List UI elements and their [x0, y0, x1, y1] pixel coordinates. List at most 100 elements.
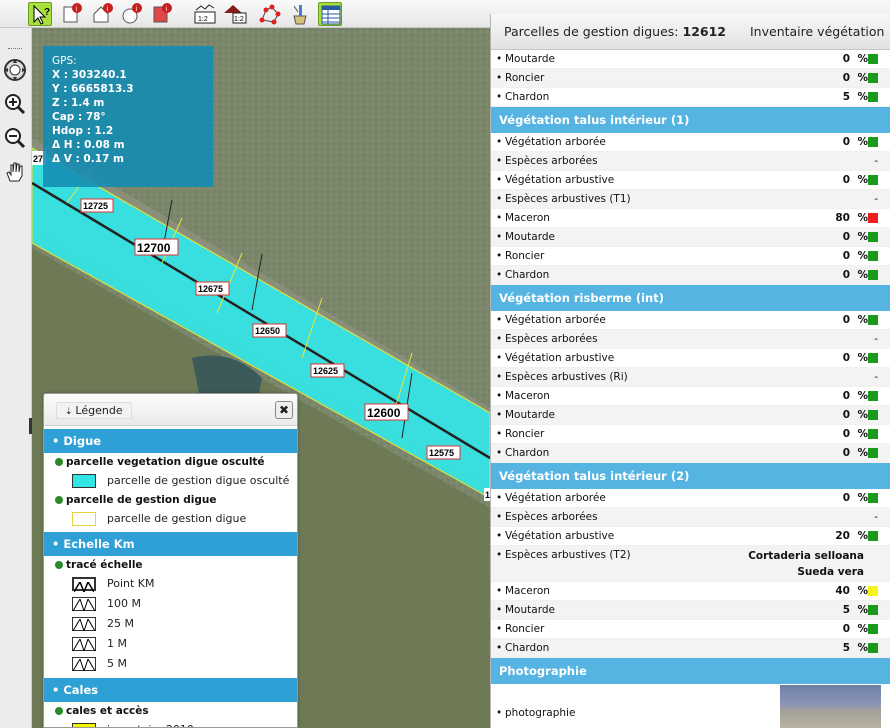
status-indicator — [868, 232, 878, 242]
percent-sign: % — [857, 72, 868, 84]
km-label-12575: 12575 — [429, 448, 454, 458]
photo-thumbnail[interactable] — [780, 685, 881, 728]
attribute-name: Moutarde — [496, 228, 555, 247]
panel-header: Parcelles de gestion digues: 12612 Inven… — [491, 14, 890, 50]
attribute-value: 0 — [842, 136, 850, 148]
percent-sign: % — [857, 136, 868, 148]
attribute-value: 0 — [842, 409, 850, 421]
attribute-row: Végétation arborée 0% — [491, 489, 890, 508]
percent-sign: % — [857, 314, 868, 326]
attribute-row: Moutarde 5% — [491, 601, 890, 620]
legend-section-echelle[interactable]: • Echelle Km — [44, 532, 297, 556]
attribute-value: 0 — [842, 250, 850, 262]
house-scale-button[interactable]: 1:2 — [223, 2, 247, 26]
attribute-name: Espèces arborées — [496, 508, 598, 527]
swatch-cyan — [72, 474, 96, 488]
empty-value: - — [874, 371, 878, 383]
attribute-row: Espèces arbustives (T2) Cortaderia selloa… — [491, 546, 890, 582]
attribute-value: 5 — [842, 91, 850, 103]
legend-title-button[interactable]: ⇣ Légende — [56, 402, 132, 419]
legend-title: Légende — [75, 404, 123, 417]
attribute-name: Végétation arborée — [496, 311, 606, 330]
status-indicator — [868, 493, 878, 503]
status-indicator — [868, 270, 878, 280]
compass-pan-control[interactable] — [3, 58, 27, 82]
attribute-name: Végétation arbustive — [496, 171, 614, 190]
tab-inventaire-vegetation[interactable]: Inventaire végétation — [750, 14, 884, 50]
query-info-button[interactable]: ? — [28, 2, 52, 26]
attribute-name: Végétation arbustive — [496, 527, 614, 546]
attribute-value: 40 — [835, 585, 850, 597]
status-indicator — [868, 137, 878, 147]
gps-delta-h: Δ H : 0.08 m — [52, 139, 125, 151]
km-label-27: 27 — [33, 154, 43, 164]
section-header[interactable]: Photographie — [491, 658, 890, 684]
percent-sign: % — [857, 231, 868, 243]
legend-group: tracé échelle — [44, 556, 297, 574]
table-button[interactable] — [318, 2, 342, 26]
status-indicator — [868, 448, 878, 458]
network-button[interactable] — [258, 2, 282, 26]
attribute-value: 0 — [842, 53, 850, 65]
attribute-name: Espèces arbustives (Ri) — [496, 368, 628, 387]
attribute-name: Chardon — [496, 639, 549, 658]
attribute-name: Roncier — [496, 69, 544, 88]
info-3-button[interactable]: i — [120, 2, 144, 26]
svg-text:1:2: 1:2 — [198, 16, 208, 23]
attribute-row: Espèces arborées - — [491, 330, 890, 349]
zoom-in-control[interactable] — [3, 92, 27, 116]
attribute-name: Espèces arbustives (T2) — [496, 546, 631, 565]
legend-item: inventaire 2010 — [44, 720, 297, 727]
attribute-row: Végétation arborée 0% — [491, 311, 890, 330]
attribute-row: Végétation arbustive 20% — [491, 527, 890, 546]
pan-hand-control[interactable] — [3, 160, 27, 184]
legend-panel: ⇣ Légende ✖ • Digue parcelle vegetation … — [43, 393, 298, 728]
status-indicator — [868, 315, 878, 325]
attribute-row: Végétation arbustive 0% — [491, 349, 890, 368]
download-arrow-icon: ⇣ — [65, 407, 76, 417]
status-indicator — [868, 92, 878, 102]
swatch-scale — [72, 657, 96, 673]
tools-grip — [8, 48, 22, 49]
attribute-row: Végétation arborée 0% — [491, 133, 890, 152]
empty-value: - — [874, 155, 878, 167]
photo-label: photographie — [496, 704, 575, 723]
scale-1-button[interactable]: 1:2 — [193, 2, 217, 26]
info-4-button[interactable]: i — [150, 2, 174, 26]
attribute-value: 0 — [842, 390, 850, 402]
section-header[interactable]: Végétation risberme (int) — [491, 285, 890, 311]
percent-sign: % — [857, 212, 868, 224]
attribute-value: 0 — [842, 492, 850, 504]
attribute-name: Végétation arborée — [496, 489, 606, 508]
legend-section-cales[interactable]: • Cales — [44, 678, 297, 702]
zoom-out-control[interactable] — [3, 126, 27, 150]
status-indicator — [868, 391, 878, 401]
info-2-button[interactable]: i — [90, 2, 114, 26]
swatch-scale — [72, 577, 96, 595]
info-1-button[interactable]: i — [60, 2, 84, 26]
legend-item: 5 M — [44, 654, 297, 674]
gps-cap: Cap : 78° — [52, 111, 106, 123]
attribute-value: 0 — [842, 352, 850, 364]
percent-sign: % — [857, 530, 868, 542]
section-header[interactable]: Végétation talus intérieur (2) — [491, 463, 890, 489]
attribute-name: Chardon — [496, 266, 549, 285]
attribute-name: Roncier — [496, 620, 544, 639]
attribute-row: Moutarde 0% — [491, 406, 890, 425]
attribute-value: 20 — [835, 530, 850, 542]
legend-close-button[interactable]: ✖ — [275, 401, 293, 419]
map-tools-sidebar — [0, 28, 35, 728]
status-indicator — [868, 213, 878, 223]
legend-section-digue[interactable]: • Digue — [44, 429, 297, 453]
section-header[interactable]: Végétation talus intérieur (1) — [491, 107, 890, 133]
clear-button[interactable] — [288, 2, 312, 26]
attribute-row: Espèces arborées - — [491, 508, 890, 527]
attribute-name: Espèces arborées — [496, 152, 598, 171]
percent-sign: % — [857, 642, 868, 654]
svg-text:1:2: 1:2 — [234, 16, 244, 23]
km-label-12725: 12725 — [83, 201, 108, 211]
attribute-row: Espèces arbustives (T1) - — [491, 190, 890, 209]
attribute-value: 0 — [842, 174, 850, 186]
attribute-value: 0 — [842, 447, 850, 459]
status-indicator — [868, 531, 878, 541]
